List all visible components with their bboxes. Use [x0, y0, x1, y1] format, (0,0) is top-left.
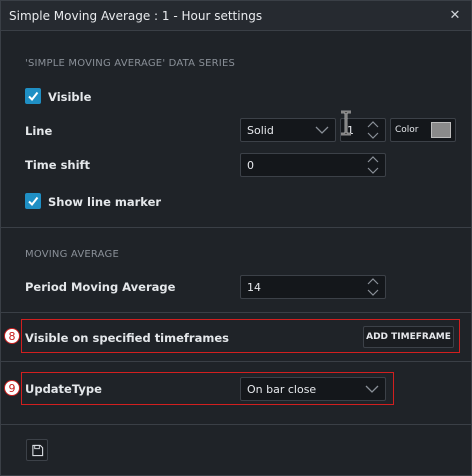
chevron-down-icon [315, 126, 329, 134]
annotation-badge-8: 8 [4, 328, 20, 344]
section-divider [1, 312, 471, 313]
add-timeframe-button[interactable]: ADD TIMEFRAME [363, 326, 454, 348]
period-label: Period Moving Average [25, 280, 176, 294]
checkmark-icon [28, 91, 39, 102]
section-divider [1, 361, 471, 362]
settings-dialog: Simple Moving Average : 1 - Hour setting… [0, 0, 472, 476]
visible-checkbox[interactable] [25, 88, 41, 104]
footer-divider [1, 424, 471, 425]
section-divider [1, 227, 471, 228]
time-shift-value: 0 [247, 158, 254, 172]
update-type-select[interactable]: On bar close [240, 377, 386, 401]
section-label-moving-average: MOVING AVERAGE [25, 249, 119, 260]
show-line-marker-label: Show line marker [48, 195, 162, 209]
section-label-data-series: 'SIMPLE MOVING AVERAGE' DATA SERIES [25, 58, 236, 69]
spinner-arrows-icon[interactable] [367, 120, 379, 140]
time-shift-input[interactable]: 0 [240, 153, 386, 177]
timeframes-label: Visible on specified timeframes [25, 331, 229, 345]
save-icon [31, 444, 43, 456]
update-type-value: On bar close [247, 382, 317, 396]
save-button[interactable] [26, 439, 48, 461]
spinner-arrows-icon[interactable] [367, 277, 379, 297]
line-style-value: Solid [247, 123, 274, 137]
checkmark-icon [28, 196, 39, 207]
annotation-badge-9: 9 [4, 380, 20, 396]
period-input[interactable]: 14 [240, 275, 386, 299]
dialog-title: Simple Moving Average : 1 - Hour setting… [9, 8, 263, 23]
close-icon[interactable]: ✕ [447, 8, 463, 24]
color-swatch [431, 122, 451, 138]
dialog-titlebar: Simple Moving Average : 1 - Hour setting… [1, 1, 471, 31]
period-value: 14 [247, 280, 261, 294]
update-type-label: UpdateType [25, 382, 102, 396]
text-cursor-icon [341, 110, 351, 136]
line-style-select[interactable]: Solid [240, 118, 336, 142]
line-label: Line [25, 124, 53, 138]
visible-label: Visible [48, 90, 92, 104]
line-color-button[interactable]: Color [390, 118, 456, 142]
time-shift-label: Time shift [25, 158, 91, 172]
color-label: Color [395, 125, 419, 135]
show-line-marker-checkbox[interactable] [25, 193, 41, 209]
spinner-arrows-icon[interactable] [367, 155, 379, 175]
chevron-down-icon [365, 385, 379, 393]
